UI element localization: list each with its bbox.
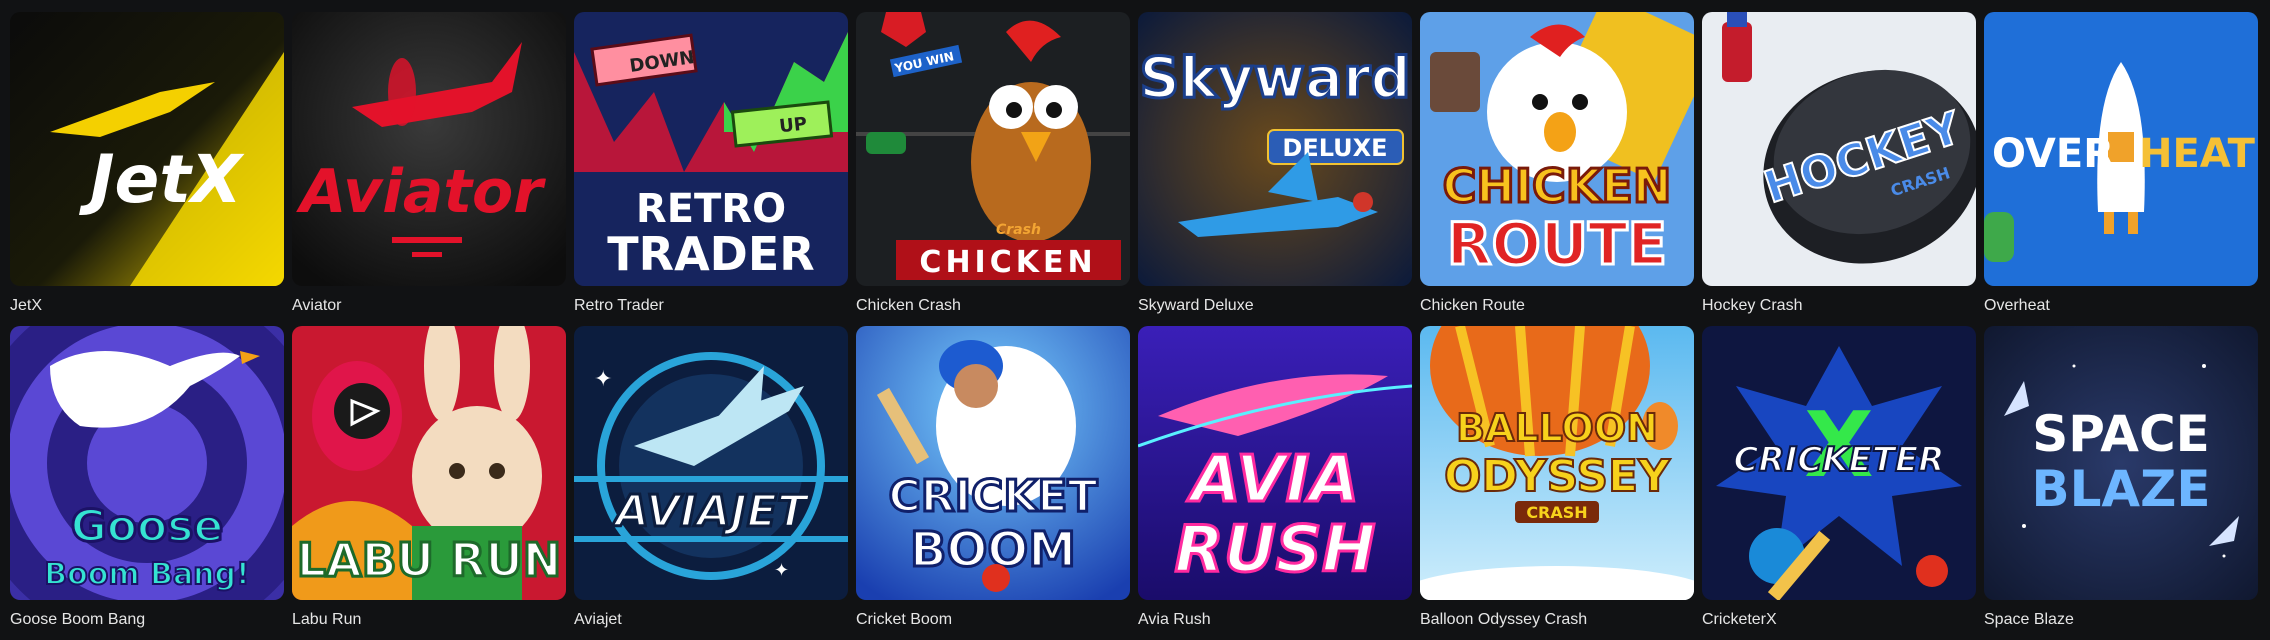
game-thumbnail[interactable]: AVIAJET ✦ ✦ [574,326,848,600]
bunny-icon [412,406,542,546]
svg-text:UP: UP [778,113,808,137]
game-card-cricket-boom[interactable]: CRICKET BOOM Cricket Boom [856,326,1130,640]
svg-text:DELUXE: DELUXE [1282,134,1387,162]
cricketerx-artwork: X CRICKETER [1702,326,1976,600]
game-card-skyward-deluxe[interactable]: Skyward DELUXE Skyward Deluxe [1138,12,1412,326]
sparkle-icon: ✦ [594,366,612,391]
svg-text:AVIAJET: AVIAJET [612,486,810,537]
game-thumbnail[interactable]: YOU WIN Crash CHICKEN [856,12,1130,286]
jetx-artwork: JetX [10,12,284,286]
game-thumbnail[interactable]: AVIA RUSH [1138,326,1412,600]
labu-run-artwork: LABU RUN [292,326,566,600]
svg-text:OVER: OVER [1992,131,2114,177]
ball-icon [1916,555,1948,587]
game-card-chicken-route[interactable]: CHICKEN ROUTE Chicken Route [1420,12,1694,326]
svg-text:CHICKEN: CHICKEN [919,245,1096,280]
game-title: Cricket Boom [856,611,953,628]
skyward-deluxe-artwork: Skyward DELUXE [1138,12,1412,286]
game-title: JetX [10,297,43,314]
svg-text:RETRO: RETRO [636,186,786,232]
svg-text:BALLOON: BALLOON [1456,406,1658,450]
game-card-chicken-crash[interactable]: YOU WIN Crash CHICKEN Chicken Crash [856,12,1130,326]
svg-text:HEAT: HEAT [2139,131,2256,177]
svg-text:TRADER: TRADER [607,227,814,281]
game-thumbnail[interactable]: SPACE BLAZE [1984,326,2258,600]
svg-text:CRICKETER: CRICKETER [1734,440,1945,480]
avia-rush-artwork: AVIA RUSH [1138,326,1412,600]
svg-text:SPACE: SPACE [2032,405,2210,463]
game-title: Aviajet [574,611,622,628]
game-thumbnail[interactable]: Goose Boom Bang! [10,326,284,600]
chicken-route-artwork: CHICKEN ROUTE [1420,12,1694,286]
game-card-space-blaze[interactable]: SPACE BLAZE Space Blaze [1984,326,2258,640]
hockey-crash-artwork: HOCKEY CRASH [1702,12,1976,286]
game-thumbnail[interactable]: Skyward DELUXE [1138,12,1412,286]
game-card-aviajet[interactable]: AVIAJET ✦ ✦ Aviajet [574,326,848,640]
game-card-retro-trader[interactable]: DOWN UP RETRO TRADER Retro Trader [574,12,848,326]
space-blaze-artwork: SPACE BLAZE [1984,326,2258,600]
game-title: Aviator [292,297,342,314]
game-thumbnail[interactable]: X CRICKETER [1702,326,1976,600]
game-thumbnail[interactable]: Aviator [292,12,566,286]
game-title: Chicken Route [1420,297,1525,314]
game-title: Space Blaze [1984,611,2074,628]
game-title: Chicken Crash [856,297,961,314]
game-card-cricketerx[interactable]: X CRICKETER CricketerX [1702,326,1976,640]
game-card-labu-run[interactable]: LABU RUN Labu Run [292,326,566,640]
svg-text:RUSH: RUSH [1175,513,1376,587]
svg-text:ODYSSEY: ODYSSEY [1444,451,1671,502]
svg-text:BLAZE: BLAZE [2031,460,2210,518]
retro-trader-artwork: DOWN UP RETRO TRADER [574,12,848,286]
svg-text:Goose: Goose [71,501,224,552]
game-card-jetx[interactable]: JetX JetX [10,12,284,326]
svg-text:ROUTE: ROUTE [1447,210,1667,278]
game-card-aviator[interactable]: Aviator Aviator [292,12,566,326]
svg-text:Boom Bang!: Boom Bang! [44,557,249,592]
aviajet-artwork: AVIAJET ✦ ✦ [574,326,848,600]
game-thumbnail[interactable]: CRICKET BOOM [856,326,1130,600]
cricket-boom-artwork: CRICKET BOOM [856,326,1130,600]
game-title: Labu Run [292,611,362,628]
svg-text:CRICKET: CRICKET [889,471,1098,522]
svg-text:CRASH: CRASH [1526,503,1587,522]
aviator-artwork: Aviator [292,12,566,286]
game-title: Goose Boom Bang [10,611,146,628]
game-card-hockey-crash[interactable]: HOCKEY CRASH Hockey Crash [1702,12,1976,326]
sparkle-icon: ✦ [774,560,789,580]
game-title: CricketerX [1702,611,1777,628]
svg-text:AVIA: AVIA [1186,443,1359,517]
game-thumbnail[interactable]: LABU RUN [292,326,566,600]
game-card-avia-rush[interactable]: AVIA RUSH Avia Rush [1138,326,1412,640]
game-thumbnail[interactable]: OVER HEAT [1984,12,2258,286]
svg-text:Crash: Crash [996,222,1041,238]
svg-text:Aviator: Aviator [296,157,546,227]
game-card-balloon-odyssey-crash[interactable]: BALLOON ODYSSEY CRASH Balloon Odyssey Cr… [1420,326,1694,640]
game-thumbnail[interactable]: HOCKEY CRASH [1702,12,1976,286]
game-title: Hockey Crash [1702,297,1803,314]
game-title: Retro Trader [574,297,664,314]
balloon-odyssey-artwork: BALLOON ODYSSEY CRASH [1420,326,1694,600]
game-grid: JetX JetX Aviator Aviator DOWN UP RETRO … [10,12,2258,640]
svg-text:Skyward: Skyward [1139,46,1410,111]
game-thumbnail[interactable]: DOWN UP RETRO TRADER [574,12,848,286]
chicken-crash-artwork: YOU WIN Crash CHICKEN [856,12,1130,286]
game-thumbnail[interactable]: BALLOON ODYSSEY CRASH [1420,326,1694,600]
game-title: Balloon Odyssey Crash [1420,611,1588,628]
overheat-artwork: OVER HEAT [1984,12,2258,286]
goose-boom-bang-artwork: Goose Boom Bang! [10,326,284,600]
game-thumbnail[interactable]: CHICKEN ROUTE [1420,12,1694,286]
svg-text:JetX: JetX [79,141,245,218]
game-thumbnail[interactable]: JetX [10,12,284,286]
ball-icon [982,564,1010,592]
game-card-overheat[interactable]: OVER HEAT Overheat [1984,12,2258,326]
game-title: Skyward Deluxe [1138,297,1254,314]
game-title: Avia Rush [1138,611,1211,628]
game-card-goose-boom-bang[interactable]: Goose Boom Bang! Goose Boom Bang [10,326,284,640]
svg-text:LABU RUN: LABU RUN [297,533,562,587]
game-title: Overheat [1984,297,2050,314]
svg-text:CHICKEN: CHICKEN [1443,159,1672,213]
